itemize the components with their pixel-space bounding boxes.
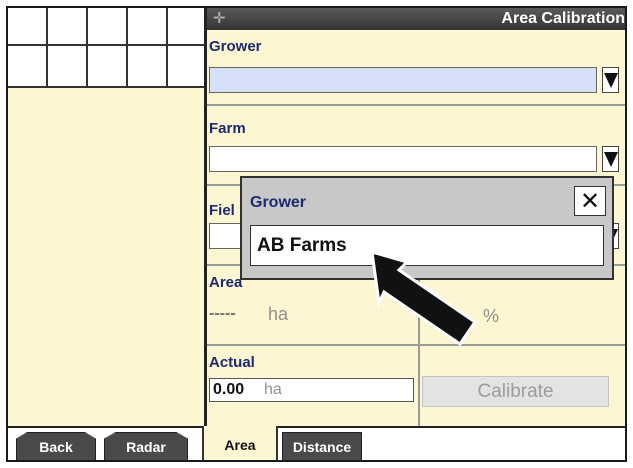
shortcut-grid: [8, 8, 204, 86]
grid-cell[interactable]: [88, 46, 128, 86]
grid-cell[interactable]: [48, 46, 88, 86]
area-unit: ha: [268, 304, 289, 324]
grid-cell[interactable]: [168, 8, 204, 46]
title-bar: ✛ Area Calibration: [207, 8, 625, 30]
area-value: -----: [209, 305, 236, 322]
tab-bar: Back Radar Area Distance: [8, 426, 625, 460]
divider: [207, 104, 625, 106]
grid-cell[interactable]: [48, 8, 88, 46]
area-label: Area: [209, 274, 243, 291]
farm-label: Farm: [209, 120, 246, 137]
grower-label: Grower: [209, 38, 262, 55]
grid-cell[interactable]: [128, 8, 168, 46]
actual-input[interactable]: 0.00 ha: [209, 378, 414, 402]
tab-area[interactable]: Area: [202, 426, 278, 460]
left-panel: [8, 86, 204, 426]
actual-label: Actual: [209, 354, 255, 371]
actual-value: 0.00: [213, 381, 245, 398]
grower-option[interactable]: AB Farms: [250, 225, 604, 266]
dropdown-arrow-icon[interactable]: [602, 67, 619, 93]
crosshair-icon: ✛: [213, 10, 226, 27]
area-percent-unit: %: [483, 306, 500, 326]
tab-radar[interactable]: Radar: [104, 432, 188, 460]
grid-cell[interactable]: [8, 8, 48, 46]
field-label: Fiel: [209, 202, 235, 219]
page-title: Area Calibration: [501, 10, 625, 27]
divider: [207, 344, 625, 346]
farm-dropdown[interactable]: [209, 146, 597, 172]
dropdown-arrow-icon[interactable]: [602, 146, 619, 172]
grower-popup: Grower ✕ AB Farms: [240, 176, 614, 280]
grower-option-label: AB Farms: [257, 235, 347, 256]
tab-back[interactable]: Back: [16, 432, 96, 460]
grid-cell[interactable]: [168, 46, 204, 86]
calibrate-button[interactable]: Calibrate: [422, 376, 609, 407]
grower-dropdown[interactable]: [209, 67, 597, 93]
close-icon[interactable]: ✕: [574, 186, 606, 216]
grid-cell[interactable]: [128, 46, 168, 86]
actual-unit: ha: [264, 381, 282, 398]
grid-cell[interactable]: [88, 8, 128, 46]
tab-distance[interactable]: Distance: [282, 432, 362, 460]
grid-cell[interactable]: [8, 46, 48, 86]
area-percent-value: ----: [426, 305, 448, 322]
panel-divider: [204, 8, 207, 426]
display-screen: ✛ Area Calibration Grower Farm Fiel Area…: [6, 6, 627, 462]
popup-title: Grower: [250, 194, 307, 211]
